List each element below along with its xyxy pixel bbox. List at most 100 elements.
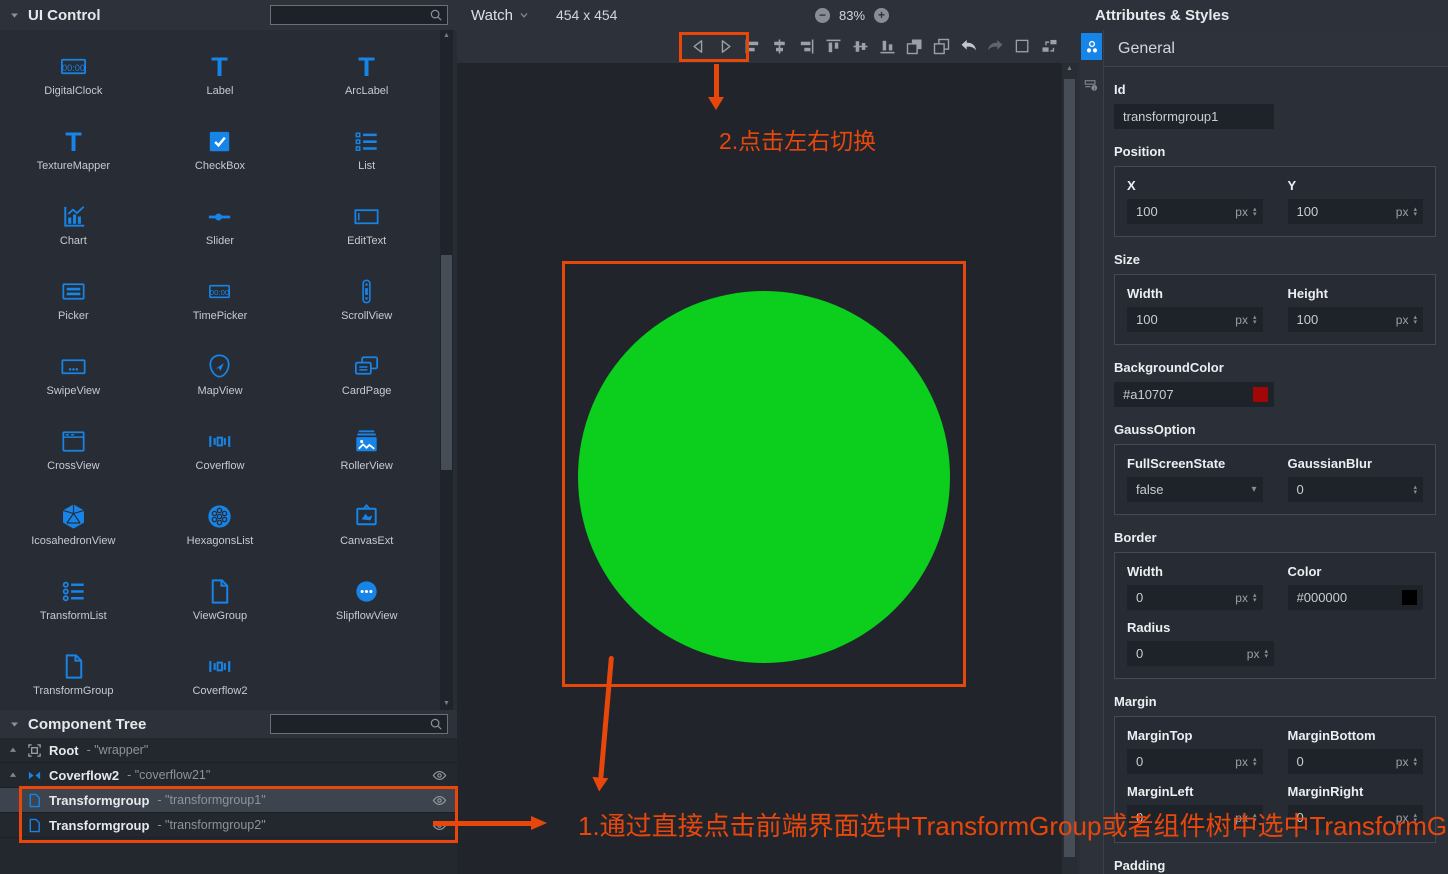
tree-row-root-0[interactable]: Root- "wrapper"	[0, 738, 457, 763]
stepper-icon[interactable]: ▴▾	[1413, 315, 1417, 325]
scroll-up-icon[interactable]: ▲	[1062, 63, 1077, 75]
transform-swap-button[interactable]	[1038, 34, 1060, 59]
palette-item-slipflowview[interactable]: SlipflowView	[293, 560, 440, 635]
palette-item-label[interactable]: TLabel	[147, 35, 294, 110]
visibility-eye-icon[interactable]	[432, 793, 447, 808]
marquee-button[interactable]	[1011, 34, 1033, 59]
stepper-icon[interactable]: ▴▾	[1413, 207, 1417, 217]
palette-item-transformgroup[interactable]: TransformGroup	[0, 635, 147, 710]
palette-item-picker[interactable]: Picker	[0, 260, 147, 335]
palette-item-rollerview[interactable]: RollerView	[293, 410, 440, 485]
canvas-scroll-thumb[interactable]	[1064, 79, 1075, 857]
svg-text:T: T	[212, 51, 229, 82]
align-bottom-button[interactable]	[876, 34, 898, 59]
device-select[interactable]: Watch	[471, 7, 530, 24]
palette-scrollbar[interactable]: ▲ ▼	[440, 30, 453, 710]
color-swatch[interactable]	[1402, 590, 1417, 605]
bring-to-front-button[interactable]	[903, 34, 925, 59]
send-to-back-button[interactable]	[930, 34, 952, 59]
align-top-button[interactable]	[822, 34, 844, 59]
y-input[interactable]: 100px▴▾	[1288, 199, 1424, 224]
palette-item-crossview[interactable]: CrossView	[0, 410, 147, 485]
palette-item-label: TextureMapper	[37, 160, 110, 172]
palette-item-canvasext[interactable]: CanvasExt	[293, 485, 440, 560]
palette-item-arclabel[interactable]: TArcLabel	[293, 35, 440, 110]
checkbox-icon	[204, 126, 235, 157]
palette-item-swipeview[interactable]: SwipeView	[0, 335, 147, 410]
chevron-down-icon	[518, 9, 530, 21]
palette-item-hexagonslist[interactable]: HexagonsList	[147, 485, 294, 560]
design-canvas[interactable]	[457, 63, 1062, 874]
palette-item-scrollview[interactable]: ScrollView	[293, 260, 440, 335]
fullscreenstate-select[interactable]: false▾	[1127, 477, 1263, 502]
tab-attributes-info[interactable]: i	[1081, 75, 1102, 97]
tree-row-transformgroup-2[interactable]: Transformgroup- "transformgroup1"	[0, 788, 457, 813]
palette-scroll-thumb[interactable]	[441, 255, 452, 470]
stepper-icon[interactable]: ▴▾	[1413, 485, 1417, 495]
palette-item-mapview[interactable]: MapView	[147, 335, 294, 410]
stepper-icon[interactable]: ▴▾	[1264, 649, 1268, 659]
transformgroup-circle-shape[interactable]	[578, 291, 950, 663]
margin-bottom-input[interactable]: 0px▴▾	[1288, 749, 1424, 774]
stepper-icon[interactable]: ▴▾	[1253, 315, 1257, 325]
component-tree-search-input[interactable]	[271, 717, 429, 731]
palette-item-texturemapper[interactable]: TTextureMapper	[0, 110, 147, 185]
border-radius-input[interactable]: 0px▴▾	[1127, 641, 1274, 666]
color-swatch[interactable]	[1253, 387, 1268, 402]
height-input[interactable]: 100px▴▾	[1288, 307, 1424, 332]
border-color-input[interactable]: #000000	[1288, 585, 1424, 610]
palette-item-slider[interactable]: Slider	[147, 185, 294, 260]
section-padding: PaddingPaddingTopPaddingBottom	[1114, 858, 1436, 874]
align-right-button[interactable]	[795, 34, 817, 59]
collapse-triangle-icon[interactable]	[9, 10, 20, 21]
x-input[interactable]: 100px▴▾	[1127, 199, 1263, 224]
coverflow2-icon	[204, 651, 235, 682]
switch-prev-button[interactable]	[687, 34, 709, 59]
palette-item-checkbox[interactable]: CheckBox	[147, 110, 294, 185]
border-width-input[interactable]: 0px▴▾	[1127, 585, 1263, 610]
palette-item-viewgroup[interactable]: ViewGroup	[147, 560, 294, 635]
zoom-in-button[interactable]: +	[874, 8, 889, 23]
canvas-scrollbar[interactable]: ▲	[1062, 63, 1077, 874]
ui-control-search-input[interactable]	[271, 8, 429, 22]
tree-row-coverflow2-1[interactable]: Coverflow2- "coverflow21"	[0, 763, 457, 788]
align-middle-vertical-button[interactable]	[849, 34, 871, 59]
palette-item-icosahedronview[interactable]: IcosahedronView	[0, 485, 147, 560]
palette-item-transformlist[interactable]: TransformList	[0, 560, 147, 635]
stepper-icon[interactable]: ▴▾	[1253, 593, 1257, 603]
palette-item-coverflow[interactable]: Coverflow	[147, 410, 294, 485]
background-color-input[interactable]: #a10707	[1114, 382, 1274, 407]
tab-attributes-general[interactable]	[1081, 33, 1102, 60]
dropdown-caret-icon[interactable]: ▾	[1251, 484, 1256, 495]
palette-item-digitalclock[interactable]: 00:00DigitalClock	[0, 35, 147, 110]
palette-item-timepicker[interactable]: 00:00TimePicker	[147, 260, 294, 335]
undo-button[interactable]	[957, 34, 979, 59]
palette-item-label: MapView	[197, 385, 242, 397]
width-input[interactable]: 100px▴▾	[1127, 307, 1263, 332]
align-center-horizontal-button[interactable]	[768, 34, 790, 59]
palette-item-chart[interactable]: Chart	[0, 185, 147, 260]
palette-item-coverflow2[interactable]: Coverflow2	[147, 635, 294, 710]
margin-top-input[interactable]: 0px▴▾	[1127, 749, 1263, 774]
stepper-icon[interactable]: ▴▾	[1253, 757, 1257, 767]
collapse-triangle-icon[interactable]	[9, 719, 20, 730]
tree-row-transformgroup-3[interactable]: Transformgroup- "transformgroup2"	[0, 813, 457, 838]
palette-item-label: Picker	[58, 310, 89, 322]
gaussianblur-input[interactable]: 0▴▾	[1288, 477, 1424, 502]
palette-item-cardpage[interactable]: CardPage	[293, 335, 440, 410]
scroll-up-icon[interactable]: ▲	[440, 30, 453, 42]
stepper-icon[interactable]: ▴▾	[1253, 207, 1257, 217]
stepper-icon[interactable]: ▴▾	[1413, 757, 1417, 767]
expander-icon[interactable]	[0, 770, 27, 780]
expander-icon[interactable]	[0, 745, 27, 755]
id-input[interactable]: transformgroup1	[1114, 104, 1274, 129]
scroll-down-icon[interactable]: ▼	[440, 698, 453, 710]
switch-next-button[interactable]	[714, 34, 736, 59]
visibility-eye-icon[interactable]	[432, 768, 447, 783]
redo-button[interactable]	[984, 34, 1006, 59]
palette-item-edittext[interactable]: EditText	[293, 185, 440, 260]
section-title: Position	[1114, 144, 1436, 159]
align-left-button[interactable]	[741, 34, 763, 59]
zoom-out-button[interactable]: −	[815, 8, 830, 23]
palette-item-list[interactable]: List	[293, 110, 440, 185]
